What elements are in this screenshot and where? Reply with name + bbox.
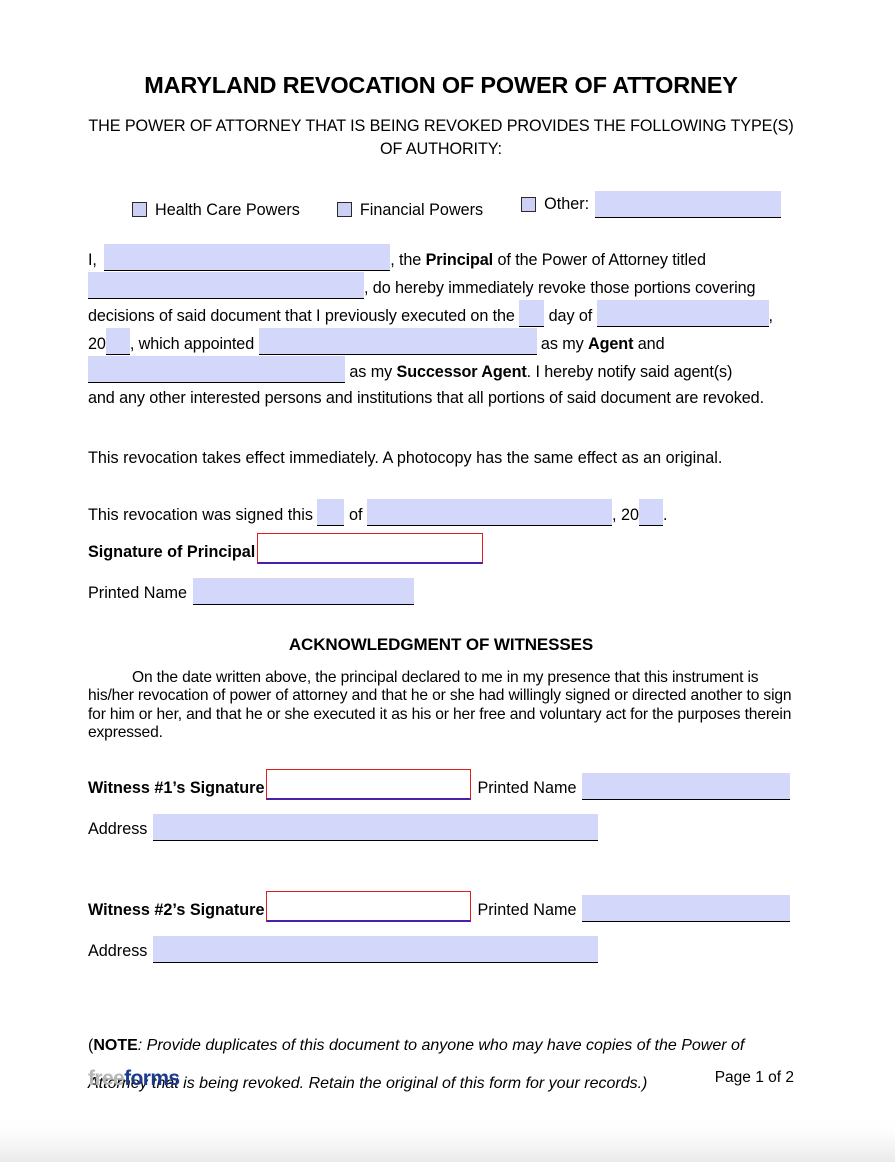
successor-agent-bold-text: Successor Agent: [396, 362, 527, 381]
execution-prefix: This revocation was signed this: [88, 505, 313, 524]
signed-year-input[interactable]: [638, 498, 663, 526]
witness-section-heading: ACKNOWLEDGMENT OF WITNESSES: [288, 634, 594, 654]
witness-1-printed-name-input[interactable]: [582, 772, 791, 800]
witness-block-2: Witness #2’s Signature Printed Name Addr…: [88, 841, 794, 963]
principal-printed-name-input[interactable]: [192, 577, 414, 605]
agent-bold-text: Agent: [588, 334, 634, 353]
page-number-label: Page 1 of 2: [714, 1069, 794, 1086]
body-line-5: as my Successor Agent. I hereby notify s…: [88, 355, 794, 384]
document-page: MARYLAND REVOCATION OF POWER OF ATTORNEY…: [0, 0, 895, 1122]
page-bottom-shadow: [0, 1118, 895, 1162]
witness-2-signature-row: Witness #2’s Signature Printed Name: [88, 890, 794, 922]
execution-day-input[interactable]: [519, 299, 545, 327]
revocation-body-paragraph: I, , the Principal of the Power of Attor…: [88, 218, 794, 412]
body-line-4-prefix: 20: [88, 334, 106, 353]
execution-mid: of: [348, 505, 363, 524]
body-line-5-post: as my: [349, 362, 393, 381]
body-line-1-prefix: I,: [88, 250, 97, 269]
witness-2-signature-field[interactable]: [266, 890, 472, 922]
poa-title-input[interactable]: [88, 271, 364, 299]
body-line-1-tail: of the Power of Attorney titled: [497, 250, 706, 269]
body-line-3-mid: day of: [548, 306, 593, 325]
signed-day-input[interactable]: [317, 498, 345, 526]
principal-signature-field[interactable]: [257, 532, 484, 564]
successor-agent-name-input[interactable]: [88, 355, 345, 383]
witness-2-printed-name-label: Printed Name: [477, 901, 577, 920]
checkbox-option-health-care-powers[interactable]: Health Care Powers: [132, 200, 300, 219]
body-line-4-mid: , which appointed: [129, 334, 255, 353]
principal-printed-name-label: Printed Name: [88, 584, 187, 603]
page-title: MARYLAND REVOCATION OF POWER OF ATTORNEY: [144, 72, 738, 98]
witness-2-signature-label: Witness #2’s Signature: [88, 901, 265, 920]
body-line-4-post: as my: [540, 334, 584, 353]
checkbox-icon[interactable]: [132, 202, 147, 218]
witness-1-address-label: Address: [88, 820, 148, 839]
body-line-4: 20 , which appointed as my Agent and: [88, 327, 794, 356]
body-line-3: decisions of said document that I previo…: [88, 299, 794, 328]
logo-text-forms: forms: [124, 1067, 180, 1090]
body-line-4-tail: and: [637, 334, 665, 353]
execution-period: .: [662, 505, 668, 524]
effect-statement: This revocation takes effect immediately…: [88, 448, 723, 467]
document-content: MARYLAND REVOCATION OF POWER OF ATTORNEY…: [88, 0, 794, 1103]
freeforms-logo: freeforms: [88, 1067, 180, 1090]
body-line-1: I, , the Principal of the Power of Attor…: [88, 243, 794, 272]
body-line-6: and any other interested persons and ins…: [88, 388, 764, 407]
body-line-2-post: , do hereby immediately revoke those por…: [364, 278, 756, 297]
witness-2-address-input[interactable]: [153, 935, 599, 963]
principal-signature-row: Signature of Principal: [88, 532, 794, 564]
witness-1-address-input[interactable]: [153, 813, 599, 841]
checkbox-icon[interactable]: [336, 202, 352, 218]
witness-acknowledgment-paragraph: On the date written above, the principal…: [88, 668, 792, 742]
checkbox-icon[interactable]: [521, 196, 537, 212]
principal-bold-text: Principal: [425, 250, 494, 269]
checkbox-label: Other:: [544, 195, 590, 214]
document-subtitle: THE POWER OF ATTORNEY THAT IS BEING REVO…: [88, 116, 794, 158]
body-line-1-post: , the: [390, 250, 422, 269]
agent-name-input[interactable]: [258, 327, 537, 355]
principal-name-input[interactable]: [104, 243, 391, 271]
authority-type-checkbox-row: Health Care Powers Financial Powers Othe…: [88, 161, 794, 218]
witness-1-signature-field[interactable]: [266, 768, 472, 800]
body-line-3-post: ,: [768, 306, 774, 325]
witness-1-signature-row: Witness #1’s Signature Printed Name: [88, 768, 794, 800]
witness-1-printed-name-label: Printed Name: [477, 779, 577, 798]
checkbox-label: Financial Powers: [359, 200, 484, 219]
execution-year-prefix: 20: [620, 505, 639, 524]
witness-2-address-row: Address: [88, 922, 794, 963]
witness-2-address-label: Address: [88, 942, 148, 961]
execution-month-input[interactable]: [596, 299, 769, 327]
logo-text-free: free: [88, 1067, 125, 1090]
page-footer: freeforms Page 1 of 2: [88, 1068, 794, 1089]
other-authority-input[interactable]: [595, 190, 782, 218]
principal-printed-name-row: Printed Name: [88, 564, 794, 605]
witness-1-signature-label: Witness #1’s Signature: [88, 779, 265, 798]
witness-2-printed-name-input[interactable]: [582, 894, 791, 922]
note-bold-label: NOTE: [93, 1036, 138, 1054]
checkbox-label: Health Care Powers: [155, 200, 300, 219]
execution-year-input[interactable]: [105, 327, 130, 355]
principal-signature-label: Signature of Principal: [88, 543, 256, 562]
body-line-5-tail: . I hereby notify said agent(s): [526, 362, 733, 381]
checkbox-option-financial-powers[interactable]: Financial Powers: [336, 200, 484, 219]
witness-1-address-row: Address: [88, 800, 794, 841]
witness-block-1: Witness #1’s Signature Printed Name Addr…: [88, 743, 794, 841]
signed-month-input[interactable]: [366, 498, 612, 526]
execution-date-line: This revocation was signed this of , 20.: [88, 472, 794, 529]
body-line-2: , do hereby immediately revoke those por…: [88, 271, 794, 300]
execution-comma: ,: [611, 505, 617, 524]
checkbox-option-other[interactable]: Other:: [521, 190, 782, 218]
body-line-3-prefix: decisions of said document that I previo…: [88, 306, 515, 325]
